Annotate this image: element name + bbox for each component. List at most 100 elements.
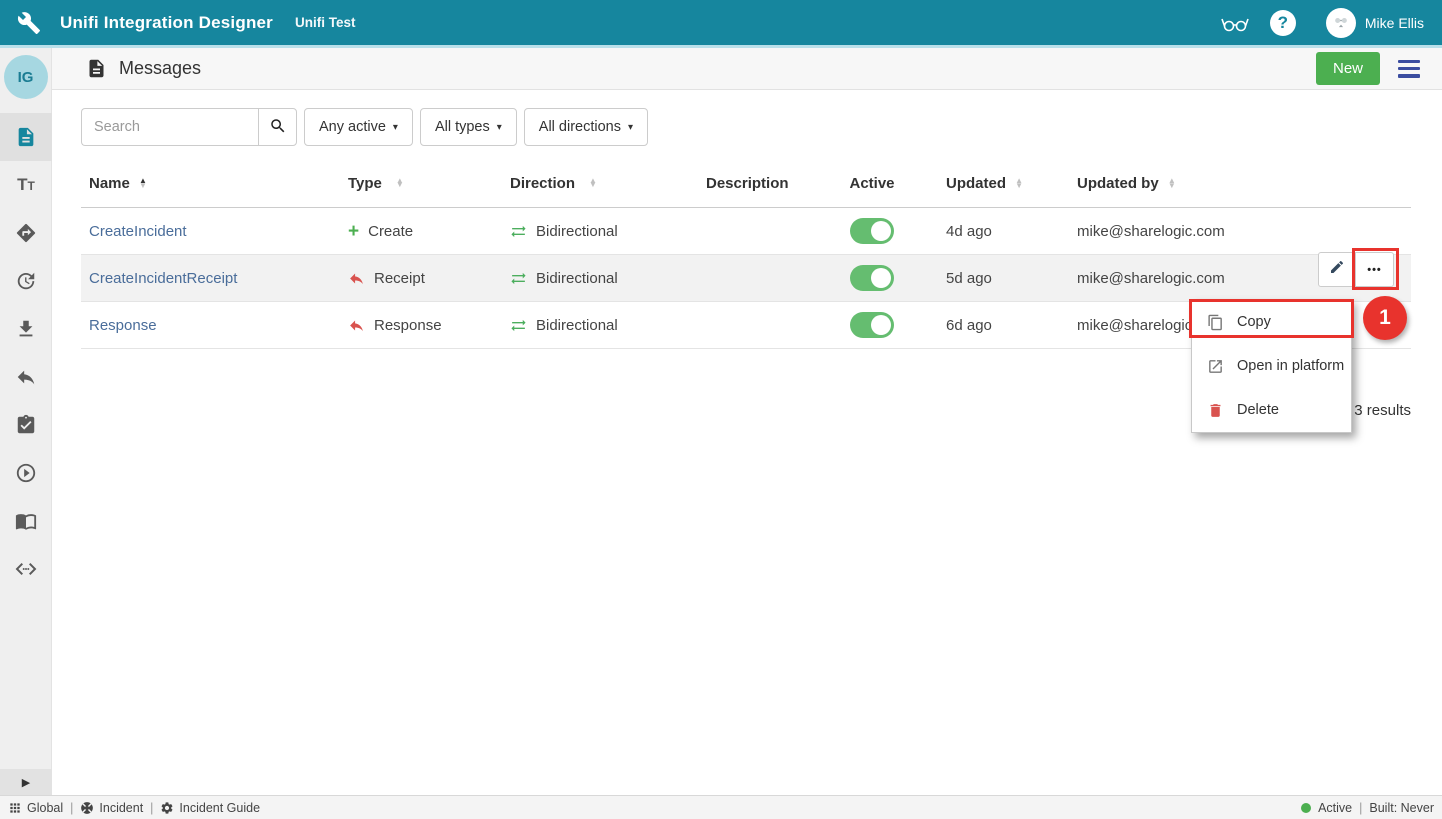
active-toggle[interactable]: [850, 218, 894, 244]
help-icon[interactable]: ?: [1266, 6, 1300, 40]
menu-item-delete[interactable]: Delete: [1192, 388, 1351, 432]
search-input[interactable]: [81, 108, 258, 146]
active-status-icon: [1301, 803, 1311, 813]
table-row: CreateIncident + Create Bidirectional 4d…: [81, 208, 1411, 255]
context-menu: Copy Open in platform Delete: [1191, 299, 1352, 433]
sidebar-item-code[interactable]: [0, 545, 52, 593]
directions-icon: [15, 222, 37, 244]
user-name: Mike Ellis: [1365, 15, 1424, 31]
active-toggle[interactable]: [850, 265, 894, 291]
spectacles-icon[interactable]: [1218, 6, 1252, 40]
built-status: Built: Never: [1369, 801, 1434, 815]
bidirectional-icon: [510, 317, 527, 334]
menu-icon[interactable]: [1398, 60, 1420, 78]
sidebar-item-documentation[interactable]: [0, 497, 52, 545]
reply-icon: [15, 366, 37, 388]
collapse-arrow-icon: ▶: [22, 776, 30, 789]
direction-label: Bidirectional: [536, 317, 618, 334]
type-label: Receipt: [374, 270, 425, 287]
sort-icon: ▲▼: [1168, 179, 1176, 188]
menu-item-open-in-platform[interactable]: Open in platform: [1192, 344, 1351, 388]
more-actions-button[interactable]: •••: [1356, 252, 1394, 287]
type-label: Response: [374, 317, 442, 334]
column-header-type[interactable]: Type ▲▼: [348, 175, 510, 192]
page-title: Messages: [119, 58, 201, 79]
sidebar-item-reply[interactable]: [0, 353, 52, 401]
sidebar-item-tasks[interactable]: [0, 401, 52, 449]
column-header-name[interactable]: Name ▲▼: [81, 175, 348, 192]
text-fields-icon: TT: [17, 175, 35, 195]
column-header-direction[interactable]: Direction ▲▼: [510, 175, 706, 192]
sort-icon: ▲▼: [589, 179, 597, 188]
edit-button[interactable]: [1318, 252, 1356, 287]
wrench-icon: [14, 8, 44, 38]
message-link[interactable]: Response: [89, 317, 157, 334]
sidebar-item-fields[interactable]: TT: [0, 161, 52, 209]
user-avatar: [1326, 8, 1356, 38]
response-icon: [348, 317, 365, 334]
statusbar-scope[interactable]: Global: [8, 801, 63, 815]
column-header-active: Active: [821, 175, 923, 192]
separator: |: [1359, 801, 1362, 815]
user-menu[interactable]: Mike Ellis: [1326, 8, 1424, 38]
app-window: Unifi Integration Designer Unifi Test ? …: [0, 0, 1442, 819]
filter-bar: Any active ▾ All types ▾ All directions …: [81, 108, 1411, 146]
updated-cell: 6d ago: [923, 317, 1077, 334]
sidebar-item-directions[interactable]: [0, 209, 52, 257]
updated-cell: 5d ago: [923, 270, 1077, 287]
statusbar-app[interactable]: Incident: [80, 801, 143, 815]
document-icon: [15, 126, 37, 148]
type-filter-dropdown[interactable]: All types ▾: [420, 108, 517, 146]
grid-icon: [8, 801, 22, 815]
search-button[interactable]: [258, 108, 297, 146]
row-actions: •••: [1318, 252, 1394, 287]
app-title: Unifi Integration Designer: [60, 13, 273, 33]
play-circle-icon: [15, 462, 37, 484]
pencil-icon: [1329, 259, 1345, 280]
clipboard-check-icon: [15, 414, 37, 436]
column-header-updated-by[interactable]: Updated by ▲▼: [1077, 175, 1411, 192]
active-toggle[interactable]: [850, 312, 894, 338]
annotation-step-badge: 1: [1363, 296, 1407, 340]
updated-by-cell: mike@sharelogic.com: [1077, 223, 1411, 240]
sidebar-item-download[interactable]: [0, 305, 52, 353]
statusbar-integration[interactable]: Incident Guide: [160, 801, 260, 815]
receipt-icon: [348, 270, 365, 287]
sidebar-item-history[interactable]: [0, 257, 52, 305]
results-count: 3 results: [1354, 402, 1411, 419]
direction-label: Bidirectional: [536, 223, 618, 240]
direction-filter-dropdown[interactable]: All directions ▾: [524, 108, 648, 146]
copy-icon: [1207, 314, 1224, 331]
bidirectional-icon: [510, 270, 527, 287]
message-link[interactable]: CreateIncident: [89, 223, 187, 240]
caret-down-icon: ▾: [628, 122, 633, 133]
separator: |: [70, 801, 73, 815]
trash-icon: [1207, 402, 1224, 419]
incident-icon: [80, 801, 94, 815]
column-header-updated[interactable]: Updated ▲▼: [923, 175, 1077, 192]
table-row: CreateIncidentReceipt Receipt Bidirectio…: [81, 255, 1411, 302]
plus-icon: +: [348, 222, 359, 241]
sort-icon: ▲▼: [396, 179, 404, 188]
separator: |: [150, 801, 153, 815]
type-label: Create: [368, 223, 413, 240]
code-icon: [14, 557, 38, 581]
message-link[interactable]: CreateIncidentReceipt: [89, 270, 237, 287]
search-icon: [269, 117, 287, 138]
caret-down-icon: ▾: [497, 122, 502, 133]
updated-cell: 4d ago: [923, 223, 1077, 240]
sidebar: IG TT ▶: [0, 48, 52, 795]
menu-item-copy[interactable]: Copy: [1192, 300, 1351, 344]
sidebar-item-messages[interactable]: [0, 113, 52, 161]
sort-icon: ▲▼: [139, 179, 147, 188]
sidebar-collapse-button[interactable]: ▶: [0, 769, 52, 795]
integration-avatar[interactable]: IG: [4, 55, 48, 99]
sidebar-item-run[interactable]: [0, 449, 52, 497]
active-filter-dropdown[interactable]: Any active ▾: [304, 108, 413, 146]
history-icon: [15, 270, 37, 292]
column-header-description: Description: [706, 175, 821, 192]
ellipsis-icon: •••: [1367, 264, 1382, 276]
new-button[interactable]: New: [1316, 52, 1380, 85]
page-header: Messages New: [52, 48, 1442, 90]
sort-icon: ▲▼: [1015, 179, 1023, 188]
